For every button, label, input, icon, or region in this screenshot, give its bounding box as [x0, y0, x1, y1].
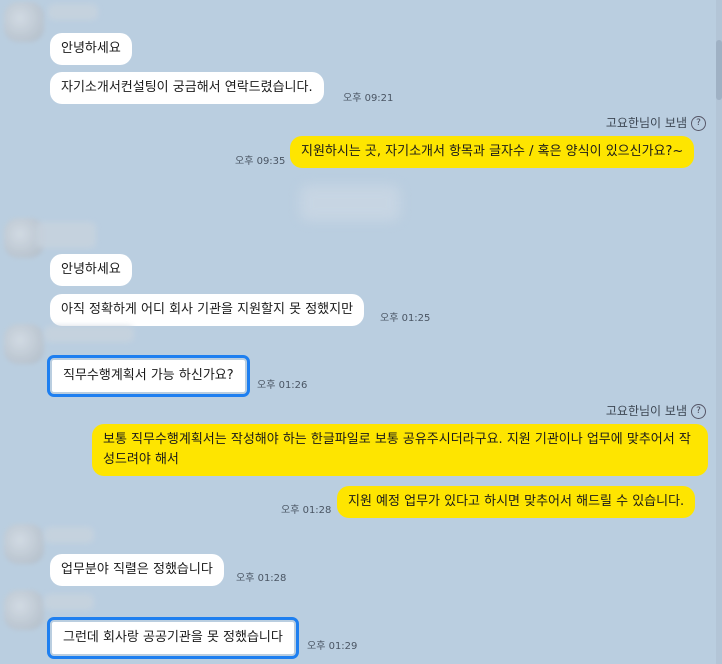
message-bubble[interactable]: 아직 정확하게 어디 회사 기관을 지원할지 못 정했지만 — [50, 294, 365, 326]
help-icon[interactable]: ? — [691, 404, 706, 419]
help-icon[interactable]: ? — [691, 116, 706, 131]
blurred-username — [44, 326, 134, 342]
blurred-username — [44, 527, 94, 543]
message-time: 오후 01:26 — [257, 380, 308, 391]
avatar[interactable] — [4, 2, 44, 42]
message-bubble[interactable]: 안녕하세요 — [50, 254, 132, 286]
message-bubble[interactable]: 지원 예정 업무가 있다고 하시면 맞추어서 해드릴 수 있습니다. — [337, 486, 696, 518]
message-time: 오후 01:25 — [380, 313, 431, 324]
message-time: 오후 01:29 — [307, 641, 358, 652]
sender-label: 고요한님이 보냄? — [606, 402, 706, 419]
blurred-content — [300, 185, 400, 221]
message-time: 오후 09:35 — [235, 156, 286, 167]
blurred-username — [36, 222, 96, 248]
sender-name: 고요한님이 보냄 — [605, 116, 687, 130]
sender-name: 고요한님이 보냄 — [605, 404, 687, 418]
message-bubble[interactable]: 자기소개서컨설팅이 궁금해서 연락드렸습니다. — [50, 72, 324, 104]
avatar[interactable] — [4, 524, 44, 564]
message-bubble[interactable]: 그런데 회사랑 공공기관을 못 정했습니다 — [47, 617, 299, 659]
message-time: 오후 09:21 — [343, 93, 394, 104]
message-time: 오후 01:28 — [281, 505, 332, 516]
chat-scroll-thumb[interactable] — [716, 40, 722, 100]
avatar[interactable] — [4, 324, 44, 364]
sender-label: 고요한님이 보냄? — [606, 114, 706, 131]
blurred-username — [48, 4, 98, 20]
message-bubble[interactable]: 업무분야 직렬은 정했습니다 — [50, 554, 224, 586]
message-bubble[interactable]: 안녕하세요 — [50, 33, 132, 65]
message-time: 오후 01:28 — [236, 573, 287, 584]
blurred-username — [44, 594, 94, 610]
message-bubble[interactable]: 보통 직무수행계획서는 작성해야 하는 한글파일로 보통 공유주시더라구요. 지… — [92, 424, 708, 476]
avatar[interactable] — [4, 590, 44, 630]
message-bubble[interactable]: 지원하시는 곳, 자기소개서 항목과 글자수 / 혹은 양식이 있으신가요?~ — [290, 136, 695, 168]
message-bubble[interactable]: 직무수행계획서 가능 하신가요? — [47, 355, 250, 397]
